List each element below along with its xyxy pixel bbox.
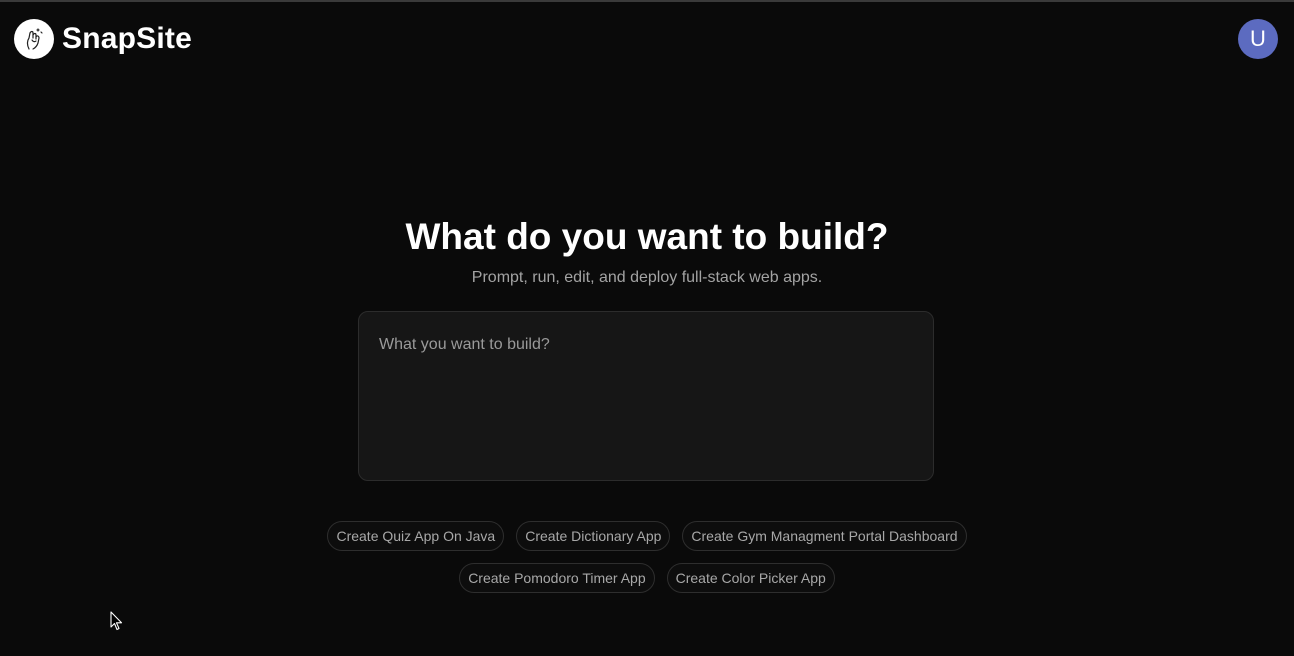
user-avatar[interactable]: U — [1238, 19, 1278, 59]
prompt-input[interactable] — [359, 312, 933, 480]
suggestion-row-1: Create Quiz App On Java Create Dictionar… — [0, 521, 1294, 551]
suggestion-chip-gym-dashboard[interactable]: Create Gym Managment Portal Dashboard — [682, 521, 967, 551]
suggestion-chip-quiz-app[interactable]: Create Quiz App On Java — [327, 521, 505, 551]
hand-sparkle-icon — [14, 19, 54, 59]
page-title: What do you want to build? — [405, 216, 889, 257]
page-subtitle: Prompt, run, edit, and deploy full-stack… — [471, 269, 823, 286]
mouse-cursor-icon — [110, 611, 123, 631]
window-top-border — [0, 0, 1294, 2]
prompt-box — [358, 311, 934, 481]
app-name: SnapSite — [62, 22, 192, 55]
suggestion-chip-color-picker[interactable]: Create Color Picker App — [666, 563, 835, 593]
suggestion-chip-pomodoro-timer[interactable]: Create Pomodoro Timer App — [459, 563, 655, 593]
suggestion-chip-dictionary-app[interactable]: Create Dictionary App — [516, 521, 671, 551]
brand[interactable]: SnapSite — [14, 19, 192, 59]
suggestion-row-2: Create Pomodoro Timer App Create Color P… — [0, 563, 1294, 593]
